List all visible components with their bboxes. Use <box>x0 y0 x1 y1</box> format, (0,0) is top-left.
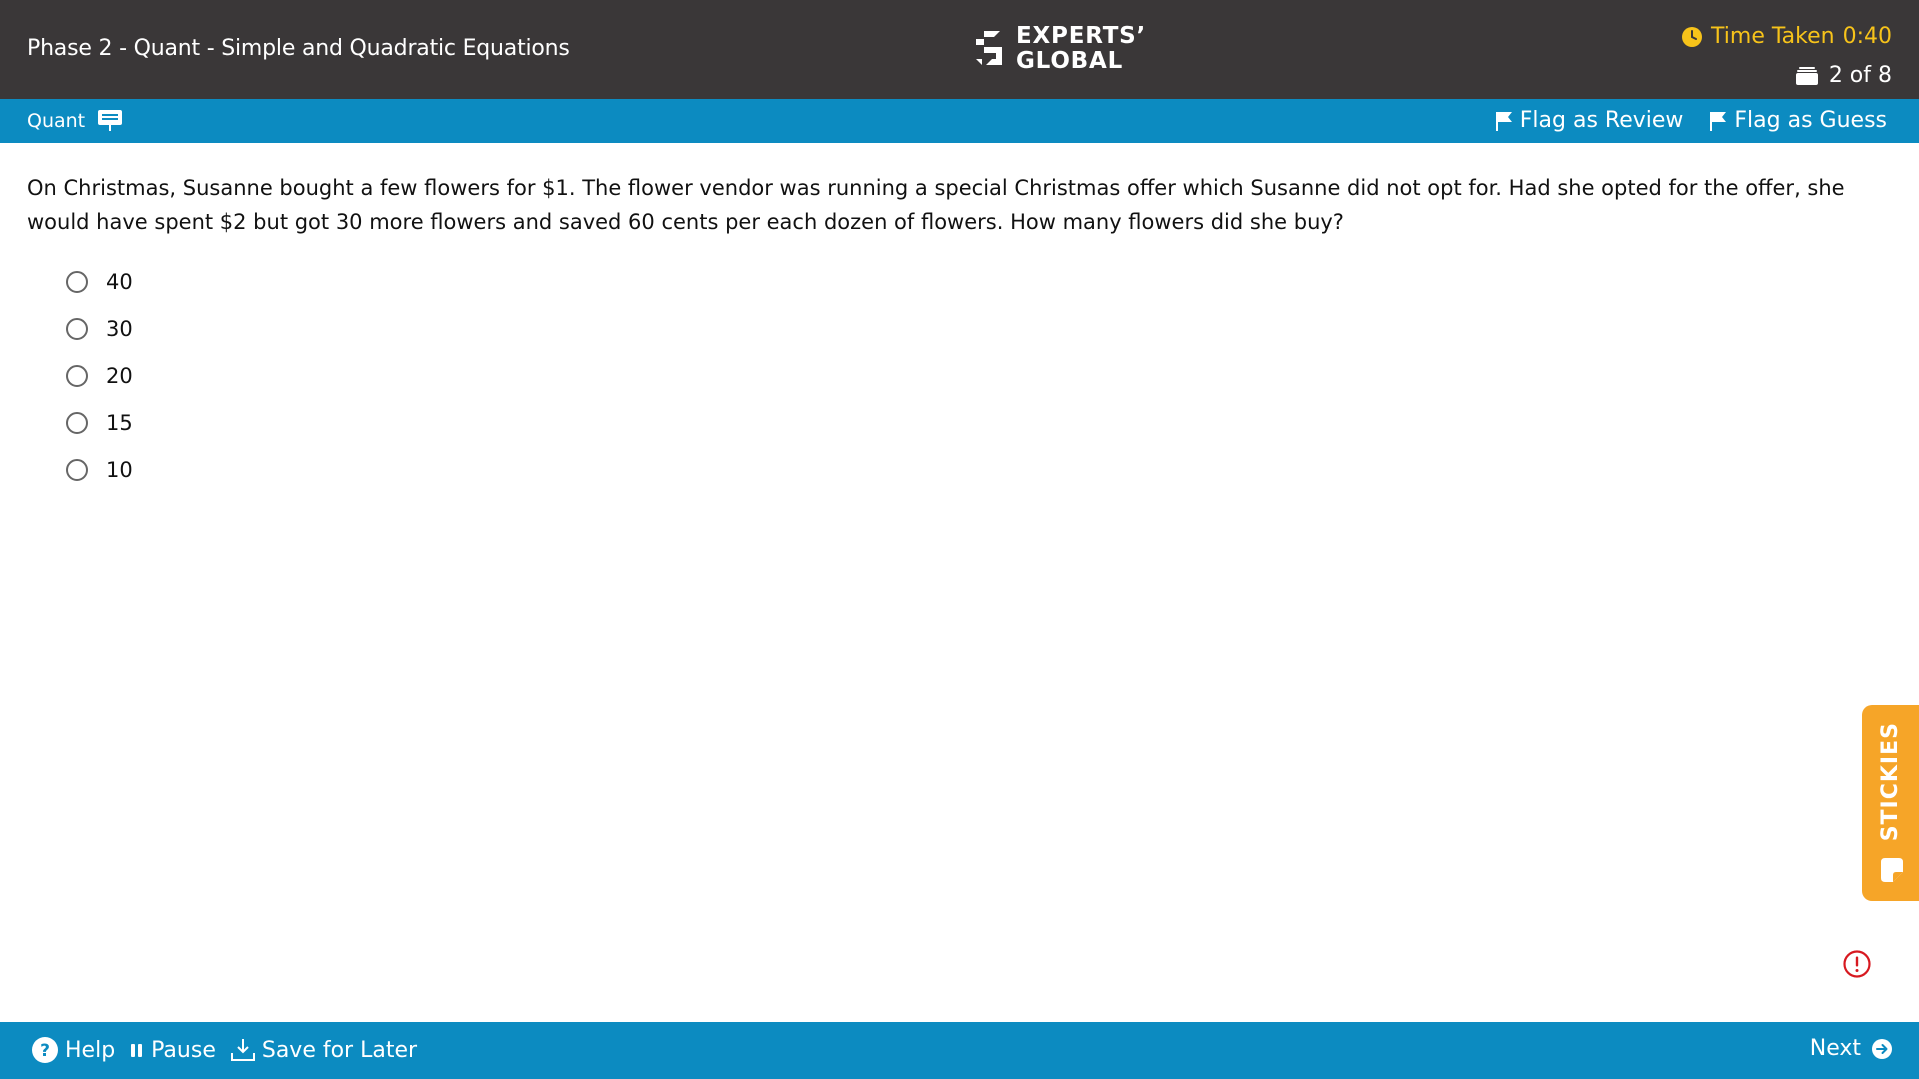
question-text: On Christmas, Susanne bought a few flowe… <box>27 176 1845 234</box>
logo-mark-icon <box>976 31 1002 65</box>
pause-label: Pause <box>151 1037 216 1063</box>
subject-tab[interactable]: Quant <box>27 109 123 133</box>
radio-button[interactable] <box>66 458 88 481</box>
next-label: Next <box>1809 1036 1861 1061</box>
sticky-note-icon <box>1880 857 1903 882</box>
save-for-later-label: Save for Later <box>261 1037 418 1063</box>
download-icon <box>230 1039 255 1061</box>
pause-button[interactable]: Pause <box>129 1038 216 1063</box>
report-issue-button[interactable] <box>1842 949 1872 983</box>
radio-button[interactable] <box>66 270 88 293</box>
answer-option[interactable]: 20 <box>66 352 133 399</box>
calculator-board-icon[interactable] <box>97 109 123 133</box>
time-taken: Time Taken 0:40 <box>1681 24 1892 49</box>
answer-option[interactable]: 15 <box>66 399 133 446</box>
bottom-bar: ? Help Pause Save for Later Next <box>0 1022 1919 1079</box>
logo-line-2: GLOBAL <box>1016 48 1124 74</box>
flag-as-guess-label: Flag as Guess <box>1734 108 1887 133</box>
answer-option-label: 15 <box>106 410 133 435</box>
save-for-later-button[interactable]: Save for Later <box>230 1037 417 1063</box>
answer-option[interactable]: 30 <box>66 305 133 352</box>
pause-icon <box>131 1044 143 1057</box>
logo-line-1: EXPERTS’ <box>1016 23 1147 49</box>
subject-label: Quant <box>27 110 86 132</box>
top-bar: Phase 2 - Quant - Simple and Quadratic E… <box>0 0 1919 99</box>
radio-button[interactable] <box>66 411 88 434</box>
help-button[interactable]: ? Help <box>31 1036 115 1064</box>
answer-option-label: 30 <box>106 316 133 341</box>
answer-options: 40 30 20 15 10 <box>66 258 133 493</box>
answer-option-label: 40 <box>106 269 133 294</box>
answer-option[interactable]: 10 <box>66 446 133 493</box>
flag-icon <box>1710 111 1727 131</box>
answer-option[interactable]: 40 <box>66 258 133 305</box>
next-button[interactable]: Next <box>1810 1036 1893 1061</box>
experts-global-logo: EXPERTS’ GLOBAL <box>970 24 1146 74</box>
arrow-right-circle-icon <box>1872 1038 1892 1059</box>
time-taken-label: Time Taken <box>1711 24 1835 49</box>
flag-icon <box>1495 111 1512 131</box>
help-icon: ? <box>32 1037 58 1063</box>
help-label: Help <box>65 1037 116 1063</box>
radio-button[interactable] <box>66 317 88 340</box>
flag-as-review-label: Flag as Review <box>1519 108 1684 133</box>
answer-option-label: 10 <box>106 457 133 482</box>
radio-button[interactable] <box>66 364 88 387</box>
flag-as-guess-button[interactable]: Flag as Guess <box>1709 108 1887 133</box>
section-title: Phase 2 - Quant - Simple and Quadratic E… <box>27 36 570 61</box>
question-counter: 2 of 8 <box>1795 63 1892 88</box>
alert-icon <box>1843 950 1871 978</box>
stickies-label: STICKIES <box>1878 722 1903 842</box>
sub-bar: Quant Flag as Review Flag as Guess <box>0 99 1919 143</box>
svg-text:?: ? <box>40 1041 50 1061</box>
question-counter-text: 2 of 8 <box>1828 63 1892 88</box>
answer-option-label: 20 <box>106 363 133 388</box>
stack-icon <box>1795 66 1818 85</box>
flag-as-review-button[interactable]: Flag as Review <box>1495 108 1684 133</box>
stickies-tab[interactable]: STICKIES <box>1862 705 1919 901</box>
clock-icon <box>1682 26 1703 47</box>
time-taken-value: 0:40 <box>1842 24 1892 49</box>
